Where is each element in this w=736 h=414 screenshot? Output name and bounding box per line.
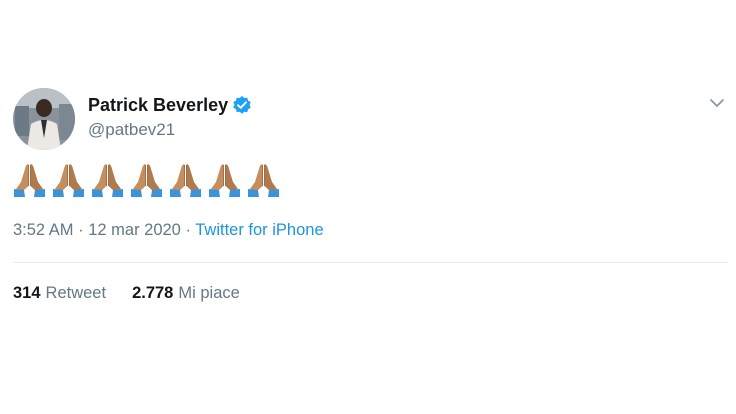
user-handle[interactable]: @patbev21 [88,120,175,140]
tweet-date[interactable]: 12 mar 2020 [88,221,181,239]
display-name[interactable]: Patrick Beverley [88,95,228,116]
divider [13,262,728,263]
meta-separator: · [180,221,196,239]
retweets-stat[interactable]: 314 Retweet [13,284,106,303]
folded-hands-icon [130,163,163,198]
likes-stat[interactable]: 2.778 Mi piace [132,284,240,303]
avatar[interactable] [13,88,75,150]
avatar-photo [13,88,75,150]
likes-label: Mi piace [178,284,240,302]
verified-badge-icon [232,95,252,115]
chevron-down-icon[interactable] [706,94,728,112]
meta-separator: · [73,221,89,239]
tweet-stats: 314 Retweet 2.778 Mi piace [13,284,240,303]
tweet-time[interactable]: 3:52 AM [13,221,74,239]
folded-hands-icon [13,163,46,198]
folded-hands-icon [169,163,202,198]
likes-count: 2.778 [132,284,174,302]
folded-hands-icon [91,163,124,198]
tweet-text: 🙏🏽🙏🏽🙏🏽🙏🏽🙏🏽🙏🏽🙏🏽 [13,160,280,200]
tweet-meta: 3:52 AM · 12 mar 2020 · Twitter for iPho… [13,221,324,240]
retweets-count: 314 [13,284,41,302]
folded-hands-icon [247,163,280,198]
folded-hands-icon [52,163,85,198]
name-row: Patrick Beverley [88,94,252,116]
tweet-card: Patrick Beverley @patbev21 🙏🏽🙏🏽🙏🏽🙏🏽🙏🏽🙏🏽🙏… [0,0,736,414]
folded-hands-icon [208,163,241,198]
retweets-label: Retweet [45,284,107,302]
tweet-source-link[interactable]: Twitter for iPhone [195,221,323,239]
